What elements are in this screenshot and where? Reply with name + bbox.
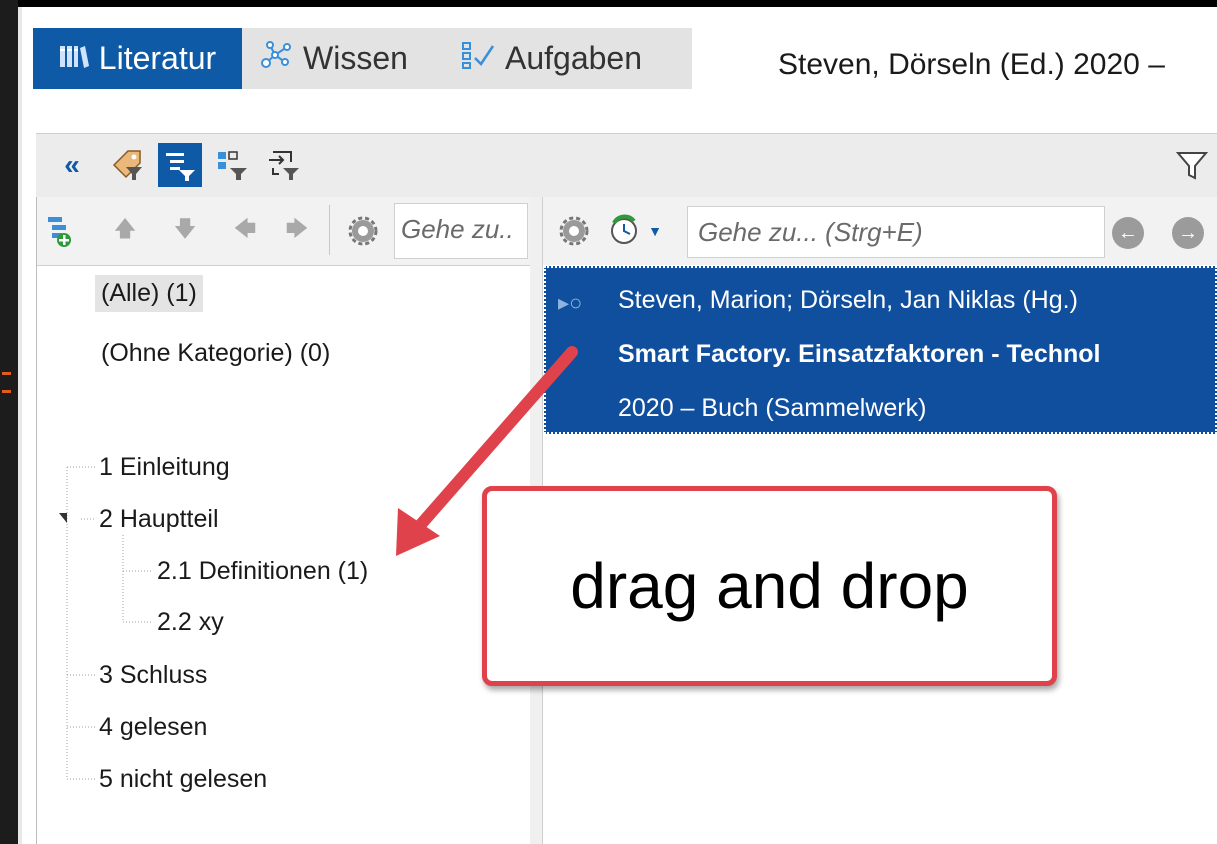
background-window-strip	[0, 0, 18, 844]
tree-item[interactable]: 4 gelesen	[99, 713, 207, 742]
record-authors: Steven, Marion; Dörseln, Jan Niklas (Hg.…	[618, 286, 1078, 314]
tree-item[interactable]: 2.1 Definitionen (1)	[157, 557, 368, 586]
main-toolbar: «	[36, 133, 1217, 199]
background-mark	[2, 372, 11, 375]
previous-button[interactable]: ←	[1112, 217, 1144, 249]
history-dropdown-button[interactable]: ▼	[600, 209, 670, 253]
gear-icon	[559, 216, 589, 246]
chevron-down-icon: ▼	[648, 223, 662, 239]
tree-item[interactable]: 2 Hauptteil	[99, 505, 219, 534]
background-mark	[2, 390, 11, 393]
tab-wissen[interactable]: Wissen	[259, 28, 408, 89]
module-tabs: Literatur Wissen Aufgaben	[33, 28, 692, 89]
record-title: Smart Factory. Einsatzfaktoren - Technol	[618, 340, 1101, 368]
drag-handle-icon: ▸○	[558, 290, 583, 315]
document-title: Steven, Dörseln (Ed.) 2020 –	[778, 48, 1165, 81]
tag-filter-button[interactable]	[106, 143, 150, 187]
tag-filter-icon	[112, 150, 142, 180]
forward-arrow-icon: →	[1178, 221, 1198, 244]
group-filter-button[interactable]	[210, 143, 254, 187]
grid-filter-icon	[218, 151, 247, 180]
annotation-callout: drag and drop	[482, 486, 1057, 686]
double-chevron-left-icon: «	[64, 149, 80, 180]
window-top-edge	[0, 0, 1217, 7]
next-button[interactable]: →	[1172, 217, 1204, 249]
window-left-border	[18, 7, 22, 844]
collapse-panel-button[interactable]: «	[50, 143, 94, 187]
history-icon	[611, 214, 638, 244]
tasks-icon	[461, 40, 495, 78]
filter-button[interactable]	[1170, 143, 1214, 187]
list-filter-icon	[166, 153, 195, 181]
tab-aufgaben[interactable]: Aufgaben	[461, 28, 642, 89]
reference-list-item[interactable]: ▸○ Steven, Marion; Dörseln, Jan Niklas (…	[544, 266, 1217, 434]
tab-label: Literatur	[98, 40, 217, 76]
filter-icon	[1175, 152, 1209, 180]
tab-label: Aufgaben	[505, 40, 643, 76]
import-filter-button[interactable]	[262, 143, 306, 187]
reference-settings-button[interactable]	[552, 209, 596, 253]
expand-triangle-icon	[59, 513, 67, 523]
reference-search-input[interactable]: Gehe zu... (Strg+E)	[687, 206, 1105, 258]
tree-item[interactable]: 1 Einleitung	[99, 453, 230, 482]
category-panel: 🡅 🡇 🡄 🡆 Gehe zu.. (Alle) (1) (Ohne Kateg…	[36, 197, 532, 844]
import-filter-icon	[269, 151, 299, 180]
record-meta: 2020 – Buch (Sammelwerk)	[618, 394, 927, 422]
tab-literatur[interactable]: Literatur	[33, 28, 242, 89]
tree-item[interactable]: 3 Schluss	[99, 661, 207, 690]
back-arrow-icon: ←	[1118, 221, 1138, 244]
category-filter-button[interactable]	[158, 143, 202, 187]
callout-text: drag and drop	[570, 550, 969, 622]
tree-item[interactable]: 2.2 xy	[157, 608, 224, 637]
tab-label: Wissen	[303, 40, 408, 76]
knowledge-icon	[259, 40, 293, 78]
tree-item[interactable]: 5 nicht gelesen	[99, 765, 267, 794]
library-icon	[59, 40, 89, 77]
